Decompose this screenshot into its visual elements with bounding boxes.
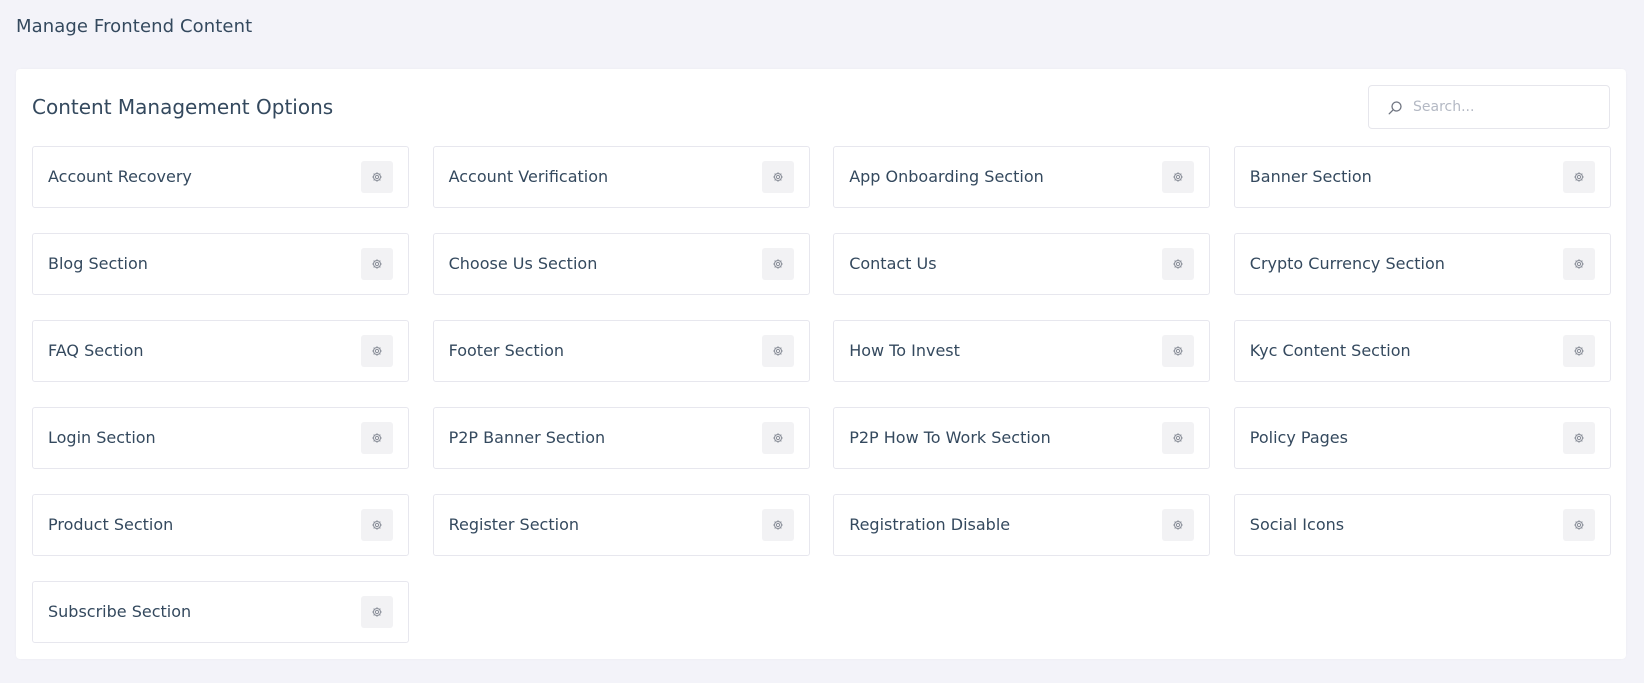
option-card-registration-disable[interactable]: Registration Disable bbox=[833, 494, 1211, 556]
gear-icon bbox=[372, 520, 382, 530]
options-grid: Account Recovery Account Verification Ap… bbox=[32, 146, 1611, 643]
option-label: Footer Section bbox=[448, 341, 565, 360]
p2p-how-to-work-section-settings-button[interactable] bbox=[1162, 422, 1195, 454]
gear-icon bbox=[1574, 346, 1584, 356]
crypto-currency-section-settings-button[interactable] bbox=[1562, 248, 1595, 280]
option-card-banner-section[interactable]: Banner Section bbox=[1233, 146, 1611, 208]
option-label: Registration Disable bbox=[849, 515, 1011, 534]
option-label: Login Section bbox=[48, 428, 156, 447]
option-label: Account Recovery bbox=[48, 167, 192, 186]
product-section-settings-button[interactable] bbox=[361, 509, 393, 541]
gear-icon bbox=[372, 607, 382, 617]
option-card-account-recovery[interactable]: Account Recovery bbox=[32, 146, 409, 208]
gear-icon bbox=[1574, 520, 1584, 530]
subscribe-section-settings-button[interactable] bbox=[361, 596, 393, 628]
gear-icon bbox=[1574, 433, 1584, 443]
gear-icon bbox=[772, 433, 783, 443]
option-label: Account Verification bbox=[448, 167, 609, 186]
gear-icon bbox=[1173, 172, 1183, 182]
option-card-social-icons[interactable]: Social Icons bbox=[1233, 494, 1611, 556]
option-card-crypto-currency-section[interactable]: Crypto Currency Section bbox=[1233, 233, 1611, 295]
gear-icon bbox=[372, 172, 382, 182]
kyc-content-section-settings-button[interactable] bbox=[1562, 335, 1595, 367]
footer-section-settings-button[interactable] bbox=[761, 335, 794, 367]
option-card-subscribe-section[interactable]: Subscribe Section bbox=[32, 581, 409, 643]
option-label: Register Section bbox=[448, 515, 579, 534]
gear-icon bbox=[1173, 346, 1183, 356]
content-options-card: Content Management Options Account Recov… bbox=[16, 69, 1626, 659]
option-card-account-verification[interactable]: Account Verification bbox=[432, 146, 810, 208]
search-input[interactable] bbox=[1413, 87, 1599, 127]
option-card-p2p-how-to-work-section[interactable]: P2P How To Work Section bbox=[833, 407, 1211, 469]
gear-icon bbox=[772, 172, 783, 182]
account-recovery-settings-button[interactable] bbox=[361, 161, 393, 193]
page-title: Manage Frontend Content bbox=[16, 16, 253, 37]
option-label: App Onboarding Section bbox=[849, 167, 1044, 186]
option-card-how-to-invest[interactable]: How To Invest bbox=[833, 320, 1211, 382]
option-card-p2p-banner-section[interactable]: P2P Banner Section bbox=[432, 407, 810, 469]
gear-icon bbox=[772, 520, 783, 530]
login-section-settings-button[interactable] bbox=[361, 422, 393, 454]
gear-icon bbox=[1173, 433, 1183, 443]
blog-section-settings-button[interactable] bbox=[361, 248, 393, 280]
faq-section-settings-button[interactable] bbox=[361, 335, 393, 367]
register-section-settings-button[interactable] bbox=[761, 509, 794, 541]
search-box[interactable] bbox=[1368, 85, 1610, 129]
option-card-register-section[interactable]: Register Section bbox=[432, 494, 810, 556]
card-title: Content Management Options bbox=[32, 95, 334, 119]
gear-icon bbox=[772, 259, 783, 269]
option-label: Policy Pages bbox=[1249, 428, 1348, 447]
social-icons-settings-button[interactable] bbox=[1562, 509, 1595, 541]
option-card-login-section[interactable]: Login Section bbox=[32, 407, 409, 469]
gear-icon bbox=[372, 259, 382, 269]
option-label: Choose Us Section bbox=[448, 254, 598, 273]
gear-icon bbox=[1574, 172, 1584, 182]
option-label: Subscribe Section bbox=[48, 602, 192, 621]
option-label: Banner Section bbox=[1249, 167, 1372, 186]
option-label: Contact Us bbox=[849, 254, 937, 273]
option-label: Kyc Content Section bbox=[1249, 341, 1411, 360]
option-label: Crypto Currency Section bbox=[1249, 254, 1445, 273]
option-label: P2P How To Work Section bbox=[849, 428, 1051, 447]
contact-us-settings-button[interactable] bbox=[1162, 248, 1195, 280]
option-card-product-section[interactable]: Product Section bbox=[32, 494, 409, 556]
option-label: How To Invest bbox=[849, 341, 960, 360]
banner-section-settings-button[interactable] bbox=[1562, 161, 1595, 193]
option-card-blog-section[interactable]: Blog Section bbox=[32, 233, 409, 295]
option-label: Blog Section bbox=[48, 254, 148, 273]
policy-pages-settings-button[interactable] bbox=[1562, 422, 1595, 454]
option-card-kyc-content-section[interactable]: Kyc Content Section bbox=[1233, 320, 1611, 382]
option-card-contact-us[interactable]: Contact Us bbox=[833, 233, 1211, 295]
option-label: P2P Banner Section bbox=[448, 428, 606, 447]
gear-icon bbox=[772, 346, 783, 356]
option-card-app-onboarding-section[interactable]: App Onboarding Section bbox=[833, 146, 1211, 208]
how-to-invest-settings-button[interactable] bbox=[1162, 335, 1195, 367]
app-onboarding-section-settings-button[interactable] bbox=[1162, 161, 1195, 193]
gear-icon bbox=[1173, 259, 1183, 269]
account-verification-settings-button[interactable] bbox=[761, 161, 794, 193]
option-label: Social Icons bbox=[1249, 515, 1345, 534]
option-label: FAQ Section bbox=[48, 341, 144, 360]
gear-icon bbox=[372, 346, 382, 356]
option-card-policy-pages[interactable]: Policy Pages bbox=[1233, 407, 1611, 469]
option-card-footer-section[interactable]: Footer Section bbox=[432, 320, 810, 382]
search-icon bbox=[1388, 101, 1402, 115]
gear-icon bbox=[1173, 520, 1183, 530]
option-card-faq-section[interactable]: FAQ Section bbox=[32, 320, 409, 382]
option-label: Product Section bbox=[48, 515, 174, 534]
registration-disable-settings-button[interactable] bbox=[1162, 509, 1195, 541]
gear-icon bbox=[1574, 259, 1584, 269]
choose-us-section-settings-button[interactable] bbox=[761, 248, 794, 280]
gear-icon bbox=[372, 433, 382, 443]
p2p-banner-section-settings-button[interactable] bbox=[761, 422, 794, 454]
option-card-choose-us-section[interactable]: Choose Us Section bbox=[432, 233, 810, 295]
